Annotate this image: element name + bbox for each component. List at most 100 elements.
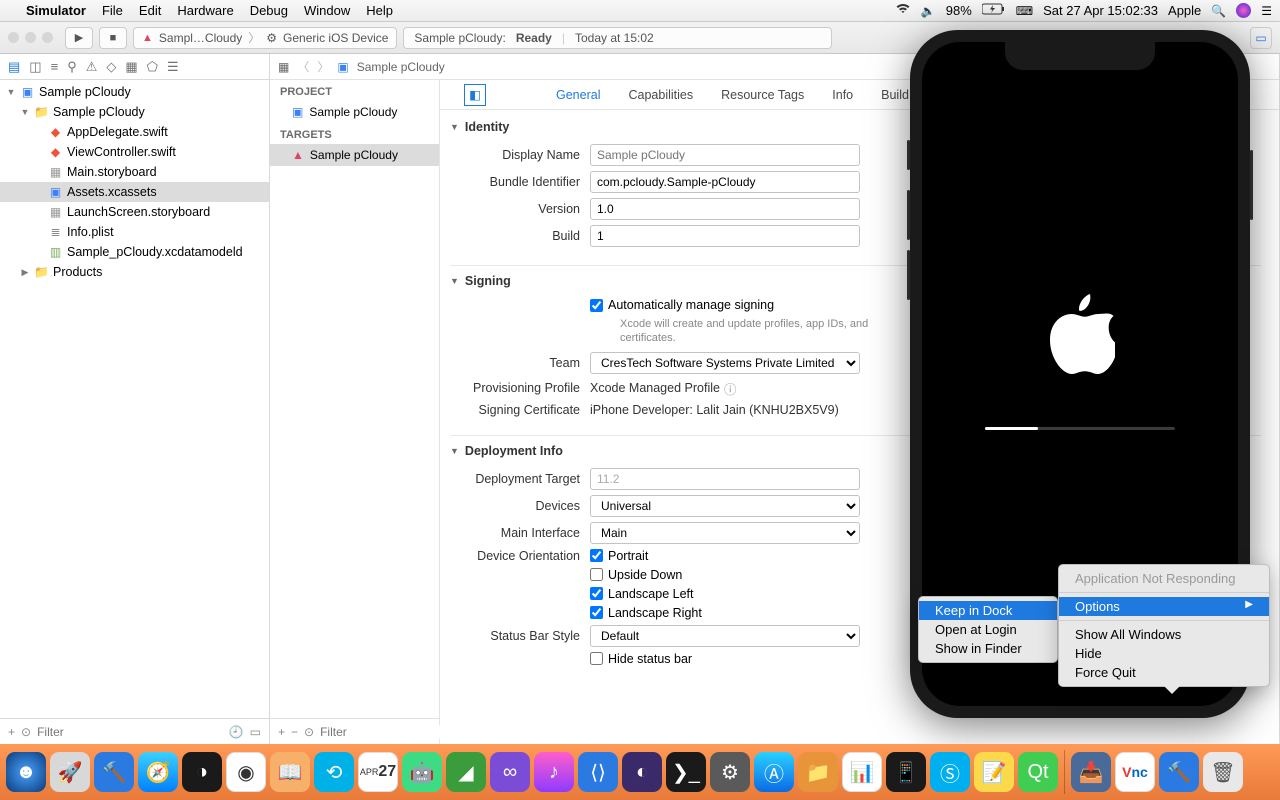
file-item[interactable]: Main.storyboard xyxy=(67,165,157,179)
user-name[interactable]: Apple xyxy=(1168,3,1201,18)
menu-window[interactable]: Window xyxy=(304,3,350,18)
file-item[interactable]: LaunchScreen.storyboard xyxy=(67,205,210,219)
dock-app-charts[interactable]: 📊 xyxy=(842,752,882,792)
file-item[interactable]: Sample_pCloudy.xcdatamodeld xyxy=(67,245,243,259)
auto-signing-checkbox[interactable] xyxy=(590,299,603,312)
filter-icon[interactable]: ⊙ xyxy=(21,725,31,739)
clock[interactable]: Sat 27 Apr 15:02:33 xyxy=(1043,3,1158,18)
dock-app-eclipse[interactable]: ◐ xyxy=(622,752,662,792)
build-input[interactable] xyxy=(590,225,860,247)
force-quit-item[interactable]: Force Quit xyxy=(1059,663,1269,682)
panel-toggle-right[interactable]: ▭ xyxy=(1250,27,1272,49)
filter-icon[interactable]: ⊙ xyxy=(304,725,314,739)
dock-app-appstore[interactable]: Ⓐ xyxy=(754,752,794,792)
file-item[interactable]: ViewController.swift xyxy=(67,145,176,159)
dock-app-launchpad[interactable]: 🚀 xyxy=(50,752,90,792)
target-entry[interactable]: ▲Sample pCloudy xyxy=(270,144,439,166)
related-items-icon[interactable]: ▦ xyxy=(278,60,289,74)
dock-app-calendar[interactable]: APR27 xyxy=(358,752,398,792)
dock-app-safari[interactable]: 🧭 xyxy=(138,752,178,792)
dock-app-terminal[interactable]: ❯_ xyxy=(666,752,706,792)
window-controls[interactable] xyxy=(8,32,53,43)
scheme-selector[interactable]: ▲ Sampl…Cloudy 〉 ⚙ Generic iOS Device xyxy=(133,27,397,49)
show-all-windows-item[interactable]: Show All Windows xyxy=(1059,625,1269,644)
back-icon[interactable]: 〈 xyxy=(297,58,309,75)
dock-app-vnc[interactable]: Vnc xyxy=(1115,752,1155,792)
keep-in-dock-item[interactable]: Keep in Dock xyxy=(919,601,1057,620)
dock-app-vscode[interactable]: ⟨⟩ xyxy=(578,752,618,792)
issue-nav-icon[interactable]: ⚠ xyxy=(86,59,98,75)
dock-app-books[interactable]: 📖 xyxy=(270,752,310,792)
dock-app-itunes[interactable]: ♪ xyxy=(534,752,574,792)
tab-general[interactable]: General xyxy=(554,82,602,108)
test-nav-icon[interactable]: ◇ xyxy=(106,59,116,75)
dock-app-notes[interactable]: 📝 xyxy=(974,752,1014,792)
products-group[interactable]: Products xyxy=(53,265,102,279)
breakpoint-nav-icon[interactable]: ⬠ xyxy=(147,59,158,75)
info-icon[interactable]: ⓘ xyxy=(724,379,737,398)
app-menu[interactable]: Simulator xyxy=(26,3,86,18)
landscape-right-checkbox[interactable] xyxy=(590,606,603,619)
jump-file[interactable]: Sample pCloudy xyxy=(357,60,445,74)
file-item[interactable]: AppDelegate.swift xyxy=(67,125,168,139)
symbol-nav-icon[interactable]: ≡ xyxy=(51,59,59,74)
run-button[interactable]: ▶ xyxy=(65,27,93,49)
project-tree[interactable]: ▼▣Sample pCloudy ▼📁Sample pCloudy ◆AppDe… xyxy=(0,80,269,718)
dock-app-qt[interactable]: Qt xyxy=(1018,752,1058,792)
navigator-tabs[interactable]: ▤ ◫ ≡ ⚲ ⚠ ◇ ▦ ⬠ ☰ xyxy=(0,54,269,80)
dock-app-finder[interactable]: ☻ xyxy=(6,752,46,792)
source-control-icon[interactable]: ◫ xyxy=(29,59,41,75)
dock-app-android[interactable]: 🤖 xyxy=(402,752,442,792)
deploy-target-input[interactable] xyxy=(590,468,860,490)
spotlight-icon[interactable]: 🔍 xyxy=(1211,4,1226,18)
report-nav-icon[interactable]: ☰ xyxy=(167,59,179,75)
project-entry[interactable]: ▣Sample pCloudy xyxy=(270,101,439,123)
recent-icon[interactable]: 🕘 xyxy=(229,725,244,739)
team-select[interactable]: CresTech Software Systems Private Limite… xyxy=(590,352,860,374)
dock-app-xcode[interactable]: 🔨 xyxy=(94,752,134,792)
dock-folder-downloads[interactable]: 📥 xyxy=(1071,752,1111,792)
menu-edit[interactable]: Edit xyxy=(139,3,161,18)
group-item[interactable]: Sample pCloudy xyxy=(53,105,145,119)
menu-help[interactable]: Help xyxy=(366,3,393,18)
statusbar-select[interactable]: Default xyxy=(590,625,860,647)
keyboard-icon[interactable]: ⌨ xyxy=(1016,4,1033,18)
tab-capabilities[interactable]: Capabilities xyxy=(626,82,695,108)
open-at-login-item[interactable]: Open at Login xyxy=(919,620,1057,639)
menu-debug[interactable]: Debug xyxy=(250,3,288,18)
collapse-outline-button[interactable]: ◧ xyxy=(464,84,486,106)
devices-select[interactable]: Universal xyxy=(590,495,860,517)
forward-icon[interactable]: 〉 xyxy=(317,58,329,75)
stop-button[interactable]: ■ xyxy=(99,27,127,49)
display-name-input[interactable] xyxy=(590,144,860,166)
scm-filter-icon[interactable]: ▭ xyxy=(250,725,261,739)
dock-app-chrome[interactable]: ◉ xyxy=(226,752,266,792)
remove-target-icon[interactable]: − xyxy=(291,725,298,739)
dock-app-simulator[interactable]: 📱 xyxy=(886,752,926,792)
landscape-left-checkbox[interactable] xyxy=(590,587,603,600)
file-item[interactable]: Assets.xcassets xyxy=(67,185,157,199)
menu-file[interactable]: File xyxy=(102,3,123,18)
project-nav-icon[interactable]: ▤ xyxy=(8,59,20,75)
version-input[interactable] xyxy=(590,198,860,220)
tab-info[interactable]: Info xyxy=(830,82,855,108)
portrait-checkbox[interactable] xyxy=(590,549,603,562)
dock-app-xcode-2[interactable]: 🔨 xyxy=(1159,752,1199,792)
notification-center-icon[interactable]: ☰ xyxy=(1261,4,1272,18)
add-icon[interactable]: + xyxy=(8,725,15,739)
bundle-id-input[interactable] xyxy=(590,171,860,193)
siri-icon[interactable] xyxy=(1236,3,1251,18)
volume-icon[interactable]: 🔈 xyxy=(921,4,936,18)
options-item[interactable]: Options▶ xyxy=(1059,597,1269,616)
dock-app-android-studio[interactable]: ◢ xyxy=(446,752,486,792)
menu-hardware[interactable]: Hardware xyxy=(177,3,233,18)
main-if-select[interactable]: Main xyxy=(590,522,860,544)
tab-resource-tags[interactable]: Resource Tags xyxy=(719,82,806,108)
debug-nav-icon[interactable]: ▦ xyxy=(125,59,137,75)
navigator-filter-input[interactable] xyxy=(37,725,223,739)
dock-app-folder[interactable]: 📁 xyxy=(798,752,838,792)
upside-down-checkbox[interactable] xyxy=(590,568,603,581)
show-in-finder-item[interactable]: Show in Finder xyxy=(919,639,1057,658)
wifi-icon[interactable] xyxy=(895,3,911,18)
dock-app-vs[interactable]: ∞ xyxy=(490,752,530,792)
